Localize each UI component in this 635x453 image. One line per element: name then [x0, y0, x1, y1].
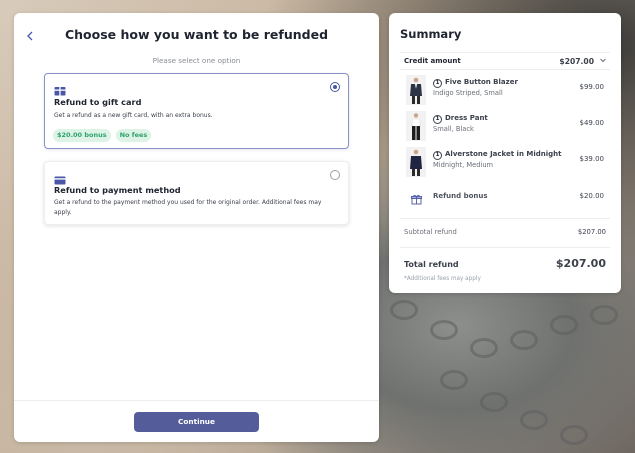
gift-icon	[411, 190, 422, 205]
product-image	[406, 147, 426, 177]
chevron-down-icon[interactable]	[599, 56, 607, 66]
item-name: Dress Pant	[445, 114, 488, 122]
summary-item: 1 Alverstone Jacket in Midnight Midnight…	[406, 147, 604, 177]
item-name: Five Button Blazer	[445, 78, 518, 86]
credit-card-icon	[54, 170, 66, 185]
gift-card-icon	[54, 81, 66, 96]
option-description: Get a refund to the payment method you u…	[54, 199, 322, 216]
product-image	[406, 75, 426, 105]
credit-amount-value: $207.00	[559, 57, 594, 66]
page-title: Choose how you want to be refunded	[64, 27, 329, 42]
quantity-badge: 1	[433, 79, 442, 88]
divider	[400, 218, 610, 219]
background-chain-link	[510, 330, 538, 350]
option-title: Refund to payment method	[54, 185, 181, 195]
option-payment-method[interactable]: Refund to payment method Get a refund to…	[44, 161, 349, 225]
item-variant: Indigo Striped, Small	[433, 89, 503, 97]
payment-method-radio[interactable]	[330, 170, 340, 180]
credit-amount-row[interactable]: Credit amount $207.00	[400, 52, 610, 70]
refund-method-panel: Choose how you want to be refunded Pleas…	[14, 13, 379, 442]
quantity-badge: 1	[433, 151, 442, 160]
gift-card-radio[interactable]	[330, 82, 340, 92]
item-price: $49.00	[579, 119, 605, 127]
item-variant: Small, Black	[433, 125, 474, 133]
quantity-badge: 1	[433, 115, 442, 124]
summary-item: 1 Five Button Blazer Indigo Striped, Sma…	[406, 75, 604, 105]
product-image	[406, 111, 426, 141]
total-label: Total refund	[404, 260, 459, 269]
refund-bonus-label: Refund bonus	[433, 192, 488, 200]
item-variant: Midnight, Medium	[433, 161, 494, 169]
item-name: Alverstone Jacket in Midnight	[445, 150, 562, 158]
background-chain-link	[560, 425, 588, 445]
page-subtitle: Please select one option	[152, 56, 241, 65]
divider	[400, 247, 610, 248]
item-price: $99.00	[579, 83, 605, 91]
background-chain-link	[440, 370, 468, 390]
option-description: Get a refund as a new gift card, with an…	[54, 112, 213, 119]
background-chain-link	[390, 300, 418, 320]
no-fees-chip: No fees	[115, 129, 152, 142]
background-chain-link	[590, 305, 618, 325]
summary-panel: Summary Credit amount $207.00 1 Five But…	[389, 13, 621, 293]
summary-item: 1 Dress Pant Small, Black $49.00	[406, 111, 604, 141]
refund-bonus-value: $20.00	[579, 192, 605, 200]
background-chain-link	[520, 410, 548, 430]
total-value: $207.00	[555, 257, 606, 270]
item-price: $39.00	[579, 155, 605, 163]
fees-note: *Additional fees may apply	[404, 276, 481, 282]
background-chain-link	[550, 315, 578, 335]
footer-divider	[14, 400, 379, 401]
credit-amount-label: Credit amount	[404, 57, 461, 65]
summary-title: Summary	[400, 27, 462, 41]
subtotal-label: Subtotal refund	[404, 228, 457, 236]
background-chain-link	[430, 320, 458, 340]
subtotal-value: $207.00	[577, 228, 606, 236]
option-title: Refund to gift card	[54, 97, 142, 107]
background-chain-link	[470, 338, 498, 358]
continue-button[interactable]: Continue	[134, 412, 259, 432]
background-chain-link	[480, 392, 508, 412]
bonus-chip: $20.00 bonus	[53, 129, 111, 142]
option-gift-card[interactable]: Refund to gift card Get a refund as a ne…	[44, 73, 349, 149]
